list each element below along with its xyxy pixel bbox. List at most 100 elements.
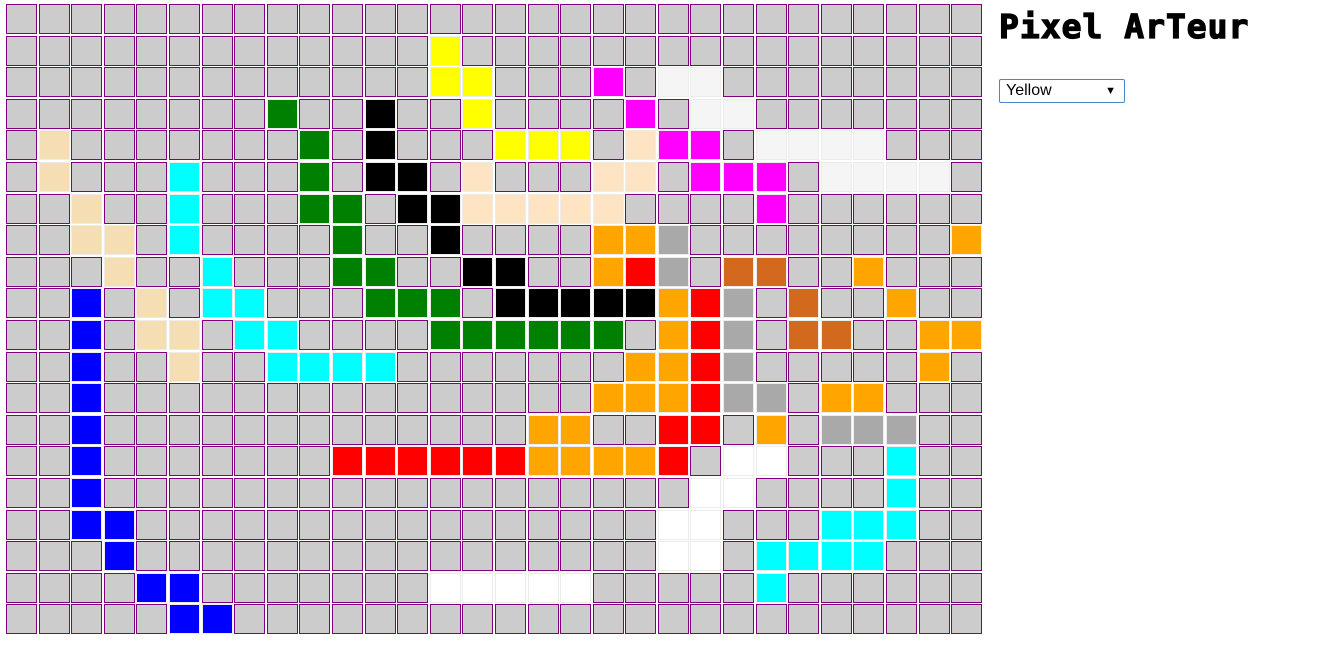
color-select[interactable]: Yellow ▼ (999, 79, 1125, 103)
pixel-cell[interactable] (886, 288, 918, 319)
pixel-cell[interactable] (38, 572, 70, 603)
pixel-cell[interactable] (462, 161, 494, 192)
pixel-cell[interactable] (234, 541, 266, 572)
pixel-cell[interactable] (299, 193, 331, 224)
pixel-cell[interactable] (592, 572, 624, 603)
pixel-cell[interactable] (788, 288, 820, 319)
pixel-cell[interactable] (168, 572, 200, 603)
pixel-cell[interactable] (103, 383, 135, 414)
pixel-cell[interactable] (723, 288, 755, 319)
pixel-cell[interactable] (397, 193, 429, 224)
pixel-cell[interactable] (951, 446, 983, 477)
pixel-cell[interactable] (560, 414, 592, 445)
pixel-cell[interactable] (527, 319, 559, 350)
pixel-cell[interactable] (723, 130, 755, 161)
pixel-cell[interactable] (299, 319, 331, 350)
pixel-cell[interactable] (560, 446, 592, 477)
pixel-cell[interactable] (38, 256, 70, 287)
pixel-cell[interactable] (918, 351, 950, 382)
pixel-cell[interactable] (71, 130, 103, 161)
pixel-cell[interactable] (951, 193, 983, 224)
pixel-cell[interactable] (168, 383, 200, 414)
pixel-cell[interactable] (331, 67, 363, 98)
pixel-cell[interactable] (788, 572, 820, 603)
pixel-cell[interactable] (429, 288, 461, 319)
pixel-cell[interactable] (918, 541, 950, 572)
pixel-cell[interactable] (690, 541, 722, 572)
pixel-cell[interactable] (266, 446, 298, 477)
pixel-cell[interactable] (71, 319, 103, 350)
pixel-cell[interactable] (136, 161, 168, 192)
pixel-cell[interactable] (397, 130, 429, 161)
pixel-cell[interactable] (592, 319, 624, 350)
pixel-cell[interactable] (788, 161, 820, 192)
pixel-cell[interactable] (690, 351, 722, 382)
pixel-cell[interactable] (266, 98, 298, 129)
pixel-cell[interactable] (560, 193, 592, 224)
pixel-cell[interactable] (886, 67, 918, 98)
pixel-cell[interactable] (853, 414, 885, 445)
pixel-cell[interactable] (6, 383, 37, 414)
pixel-cell[interactable] (103, 35, 135, 66)
pixel-cell[interactable] (560, 477, 592, 508)
pixel-cell[interactable] (657, 225, 689, 256)
pixel-cell[interactable] (625, 541, 657, 572)
pixel-cell[interactable] (723, 446, 755, 477)
pixel-cell[interactable] (820, 509, 852, 540)
pixel-cell[interactable] (755, 477, 787, 508)
pixel-cell[interactable] (690, 35, 722, 66)
pixel-cell[interactable] (103, 225, 135, 256)
pixel-cell[interactable] (201, 288, 233, 319)
pixel-cell[interactable] (560, 319, 592, 350)
pixel-cell[interactable] (820, 319, 852, 350)
pixel-cell[interactable] (136, 541, 168, 572)
pixel-cell[interactable] (462, 256, 494, 287)
pixel-cell[interactable] (6, 98, 37, 129)
pixel-cell[interactable] (266, 193, 298, 224)
pixel-cell[interactable] (690, 67, 722, 98)
pixel-cell[interactable] (168, 98, 200, 129)
pixel-cell[interactable] (364, 414, 396, 445)
pixel-cell[interactable] (951, 572, 983, 603)
pixel-cell[interactable] (397, 383, 429, 414)
pixel-cell[interactable] (918, 130, 950, 161)
pixel-cell[interactable] (820, 161, 852, 192)
pixel-cell[interactable] (38, 98, 70, 129)
pixel-cell[interactable] (364, 256, 396, 287)
pixel-cell[interactable] (918, 67, 950, 98)
pixel-cell[interactable] (136, 604, 168, 635)
pixel-cell[interactable] (820, 35, 852, 66)
pixel-cell[interactable] (886, 193, 918, 224)
pixel-cell[interactable] (6, 477, 37, 508)
pixel-cell[interactable] (331, 604, 363, 635)
pixel-cell[interactable] (723, 319, 755, 350)
pixel-cell[interactable] (6, 161, 37, 192)
pixel-cell[interactable] (429, 351, 461, 382)
pixel-cell[interactable] (38, 541, 70, 572)
pixel-cell[interactable] (625, 477, 657, 508)
pixel-cell[interactable] (397, 541, 429, 572)
pixel-cell[interactable] (6, 604, 37, 635)
pixel-cell[interactable] (201, 414, 233, 445)
pixel-cell[interactable] (951, 130, 983, 161)
pixel-cell[interactable] (755, 4, 787, 34)
pixel-cell[interactable] (690, 604, 722, 635)
pixel-cell[interactable] (201, 477, 233, 508)
pixel-cell[interactable] (788, 35, 820, 66)
pixel-cell[interactable] (527, 193, 559, 224)
pixel-cell[interactable] (103, 67, 135, 98)
pixel-cell[interactable] (853, 319, 885, 350)
pixel-cell[interactable] (397, 67, 429, 98)
pixel-cell[interactable] (657, 256, 689, 287)
pixel-cell[interactable] (331, 477, 363, 508)
pixel-cell[interactable] (168, 604, 200, 635)
pixel-cell[interactable] (755, 98, 787, 129)
pixel-cell[interactable] (71, 35, 103, 66)
pixel-cell[interactable] (657, 161, 689, 192)
pixel-cell[interactable] (494, 351, 526, 382)
pixel-cell[interactable] (168, 509, 200, 540)
pixel-cell[interactable] (331, 288, 363, 319)
pixel-cell[interactable] (886, 509, 918, 540)
pixel-cell[interactable] (788, 256, 820, 287)
pixel-cell[interactable] (364, 319, 396, 350)
